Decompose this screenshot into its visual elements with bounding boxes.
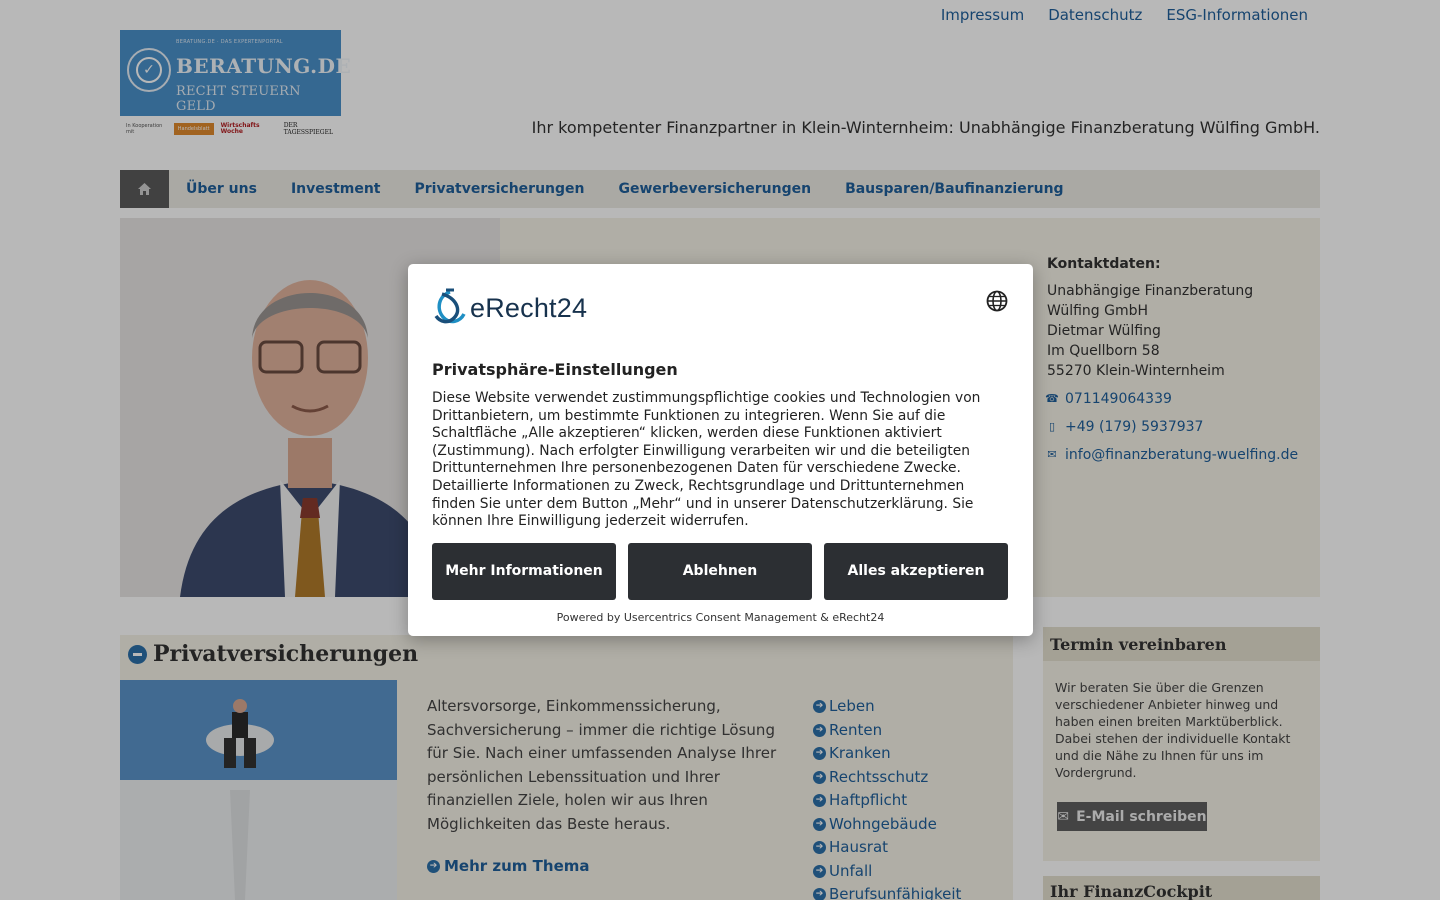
erecht24-logo: eRecht24 bbox=[432, 288, 587, 328]
consent-buttons: Mehr Informationen Ablehnen Alles akzept… bbox=[432, 543, 1008, 600]
language-globe-icon[interactable] bbox=[986, 290, 1008, 316]
consent-title: Privatsphäre-Einstellungen bbox=[432, 360, 678, 379]
accept-all-button[interactable]: Alles akzeptieren bbox=[824, 543, 1008, 600]
consent-dialog: eRecht24 Privatsphäre-Einstellungen Dies… bbox=[408, 264, 1033, 636]
powered-by: Powered by Usercentrics Consent Manageme… bbox=[556, 611, 885, 624]
erecht24-logo-text: eRecht24 bbox=[470, 292, 588, 323]
consent-text: Diese Website verwendet zustimmungspflic… bbox=[432, 390, 981, 530]
decline-button[interactable]: Ablehnen bbox=[628, 543, 812, 600]
more-info-button[interactable]: Mehr Informationen bbox=[432, 543, 616, 600]
erecht24-logo-icon bbox=[434, 288, 466, 324]
